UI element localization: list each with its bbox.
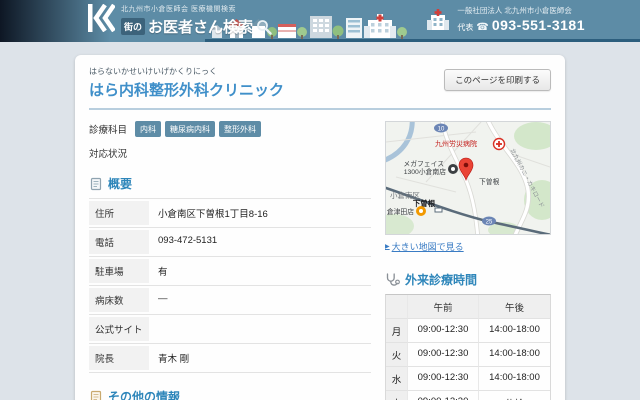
map-ward-label: 小倉南区 [390, 190, 420, 200]
page: 北九州市小倉医師会 医療機関検索 街の お医者さん検索 [0, 0, 640, 400]
day-cell: 火 [386, 343, 408, 367]
medical-association-icon [426, 8, 450, 30]
header-contact: 一般社団法人 北九州市小倉医師会 代表 ☎ 093-551-3181 [426, 5, 585, 33]
magnifier-icon [256, 19, 272, 35]
site-subtitle: 北九州市小倉医師会 医療機関検索 [121, 4, 272, 14]
other-info-title: その他の情報 [108, 388, 180, 400]
header-phone-number: 093-551-3181 [492, 17, 585, 33]
location-map[interactable]: 10 25 九州労災病院 メガフェイス 1300小倉南店 [385, 121, 551, 235]
pm-cell: 14:00-18:00 [479, 367, 550, 391]
department-tags: 内科 糖尿病内科 整形外科 [135, 121, 261, 137]
larger-map-link[interactable]: ▶ 大きい地図で見る [385, 240, 464, 253]
table-row: 院長 青木 剛 [89, 344, 371, 373]
day-cell: 水 [386, 367, 408, 391]
hours-row: 水 09:00-12:30 14:00-18:00 [386, 367, 550, 391]
stethoscope-icon [385, 272, 400, 287]
hours-table: 午前 午後 月 09:00-12:30 14:00-18:00 火 09:00-… [385, 294, 551, 400]
hours-row: 月 09:00-12:30 14:00-18:00 [386, 319, 550, 343]
hours-row: 木 09:00-12:30 休診 [386, 391, 550, 400]
arrow-icon: ▶ [385, 243, 390, 250]
route-shield: 10 [438, 126, 445, 132]
row-value: 青木 剛 [149, 346, 198, 370]
map-shop-label2: 1300小倉南店 [404, 167, 447, 176]
row-label: 公式サイト [89, 317, 149, 341]
am-cell: 09:00-12:30 [408, 367, 479, 391]
site-header: 北九州市小倉医師会 医療機関検索 街の お医者さん検索 [0, 0, 640, 42]
overview-title: 概要 [108, 175, 132, 192]
clinic-detail-card: はらないかせいけいげかくりにっく はら内科整形外科クリニック このページを印刷す… [75, 55, 565, 400]
status-label: 対応状況 [89, 146, 135, 160]
map-hospital-label: 九州労災病院 [435, 139, 477, 148]
right-column: 10 25 九州労災病院 メガフェイス 1300小倉南店 [385, 121, 551, 400]
route-shield: 25 [486, 219, 493, 225]
row-label: 院長 [89, 346, 149, 370]
table-row: 駐車場 有 [89, 257, 371, 286]
am-column-header: 午前 [408, 295, 479, 319]
departments-label: 診療科目 [89, 122, 135, 136]
pm-cell: 14:00-18:00 [479, 319, 550, 343]
document-icon [89, 177, 103, 191]
department-tag: 整形外科 [219, 121, 261, 137]
department-tag: 糖尿病内科 [165, 121, 215, 137]
overview-table: 住所 小倉南区下曽根1丁目8-16 電話 093-472-5131 駐車場 有 [89, 198, 371, 373]
day-cell: 月 [386, 319, 408, 343]
table-row: 公式サイト [89, 315, 371, 344]
am-cell: 09:00-12:30 [408, 319, 479, 343]
row-value: 小倉南区下曽根1丁目8-16 [149, 201, 277, 225]
rep-label: 代表 [457, 22, 473, 33]
pm-cell: 14:00-18:00 [479, 343, 550, 367]
clinic-furigana: はらないかせいけいげかくりにっく [89, 66, 284, 77]
left-column: 診療科目 内科 糖尿病内科 整形外科 対応状況 [89, 121, 371, 400]
row-value: 有 [149, 259, 177, 283]
row-label: 駐車場 [89, 259, 149, 283]
department-tag: 内科 [135, 121, 161, 137]
map-station-label: 下曽根 [479, 177, 500, 186]
hours-header-row: 午前 午後 [386, 295, 550, 319]
page-body: はらないかせいけいげかくりにっく はら内科整形外科クリニック このページを印刷す… [0, 42, 640, 400]
pm-column-header: 午後 [479, 295, 550, 319]
org-name: 一般社団法人 北九州市小倉医師会 [457, 5, 585, 16]
table-row: 電話 093-472-5131 [89, 228, 371, 257]
larger-map-link-label: 大きい地図で見る [392, 240, 464, 253]
am-cell: 09:00-12:30 [408, 391, 479, 400]
site-badge: 街の [121, 18, 145, 35]
row-label: 電話 [89, 230, 149, 254]
hours-title: 外来診療時間 [405, 271, 477, 288]
row-value [149, 317, 167, 341]
notepad-icon [89, 390, 103, 400]
row-label: 住所 [89, 201, 149, 225]
logo-chevron-icon [88, 4, 115, 32]
map-shop2-label: 倉津田店 [387, 207, 414, 216]
clinic-name: はら内科整形外科クリニック [89, 79, 284, 100]
table-row: 住所 小倉南区下曽根1丁目8-16 [89, 199, 371, 228]
row-value: — [149, 288, 177, 312]
day-cell: 木 [386, 391, 408, 400]
pm-cell-closed: 休診 [479, 391, 550, 400]
title-divider [89, 108, 551, 110]
phone-icon: ☎ [476, 22, 488, 33]
site-logo[interactable]: 北九州市小倉医師会 医療機関検索 街の お医者さん検索 [88, 4, 272, 37]
row-label: 病床数 [89, 288, 149, 312]
row-value: 093-472-5131 [149, 230, 226, 254]
table-row: 病床数 — [89, 286, 371, 315]
map-shop-label: メガフェイス [403, 159, 444, 168]
site-title: お医者さん検索 [148, 16, 253, 37]
hours-row: 火 09:00-12:30 14:00-18:00 [386, 343, 550, 367]
am-cell: 09:00-12:30 [408, 343, 479, 367]
print-page-button[interactable]: このページを印刷する [444, 69, 551, 91]
